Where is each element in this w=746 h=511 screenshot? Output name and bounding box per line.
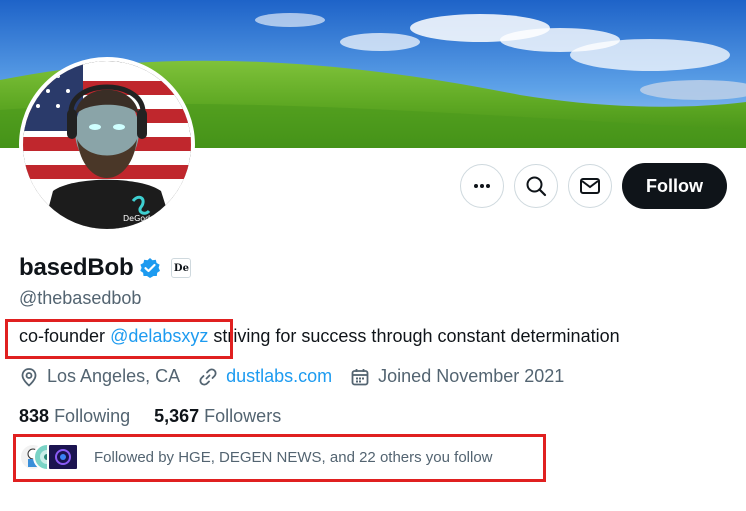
profile-stats: 838 Following 5,367 Followers — [19, 406, 305, 427]
verified-badge-icon[interactable] — [139, 257, 161, 279]
followers-count: 5,367 — [154, 406, 200, 426]
follower-avatar — [47, 443, 79, 471]
website-item: dustlabs.com — [198, 366, 332, 387]
follow-button[interactable]: Follow — [622, 163, 727, 209]
location-text: Los Angeles, CA — [47, 366, 181, 386]
following-stat[interactable]: 838 Following — [19, 406, 130, 427]
following-label: Following — [54, 406, 131, 426]
message-button[interactable] — [568, 164, 612, 208]
profile-name-row: basedBob De — [19, 254, 192, 282]
bio-suffix: striving for success through constant de… — [208, 326, 620, 346]
joined-item: Joined November 2021 — [350, 366, 564, 387]
more-icon — [474, 184, 490, 188]
joined-text: Joined November 2021 — [378, 366, 565, 386]
profile-actions: Follow — [460, 163, 727, 209]
profile-meta-row: Los Angeles, CA dustlabs.com Joined Nove… — [19, 366, 582, 387]
location-pin-icon — [21, 367, 37, 387]
bio-prefix: co-founder — [19, 326, 111, 346]
followed-by-row[interactable]: Followed by HGE, DEGEN NEWS, and 22 othe… — [19, 443, 493, 471]
website-link[interactable]: dustlabs.com — [226, 366, 332, 387]
followers-stat[interactable]: 5,367 Followers — [154, 406, 281, 427]
svg-text:DeGods: DeGods — [123, 214, 154, 223]
search-button[interactable] — [514, 164, 558, 208]
profile-bio: co-founder @delabsxyz striving for succe… — [19, 326, 620, 347]
calendar-icon — [351, 368, 369, 385]
search-icon — [526, 176, 547, 197]
profile-handle: @thebasedbob — [19, 288, 142, 308]
following-count: 838 — [19, 406, 50, 426]
follower-avatars — [19, 443, 79, 471]
more-button[interactable] — [460, 164, 504, 208]
followers-label: Followers — [204, 406, 282, 426]
profile-page: DeGods Follow basedBob De @thebasedbob c… — [0, 0, 746, 511]
profile-avatar[interactable]: DeGods — [19, 57, 195, 233]
bio-mention-link[interactable]: @delabsxyz — [110, 326, 208, 346]
mail-icon — [580, 178, 600, 194]
affiliate-badge[interactable]: De — [171, 258, 192, 278]
followed-by-text: Followed by HGE, DEGEN NEWS, and 22 othe… — [94, 448, 493, 466]
location-item: Los Angeles, CA — [19, 366, 180, 387]
link-icon — [199, 367, 217, 386]
display-name: basedBob — [19, 254, 134, 281]
